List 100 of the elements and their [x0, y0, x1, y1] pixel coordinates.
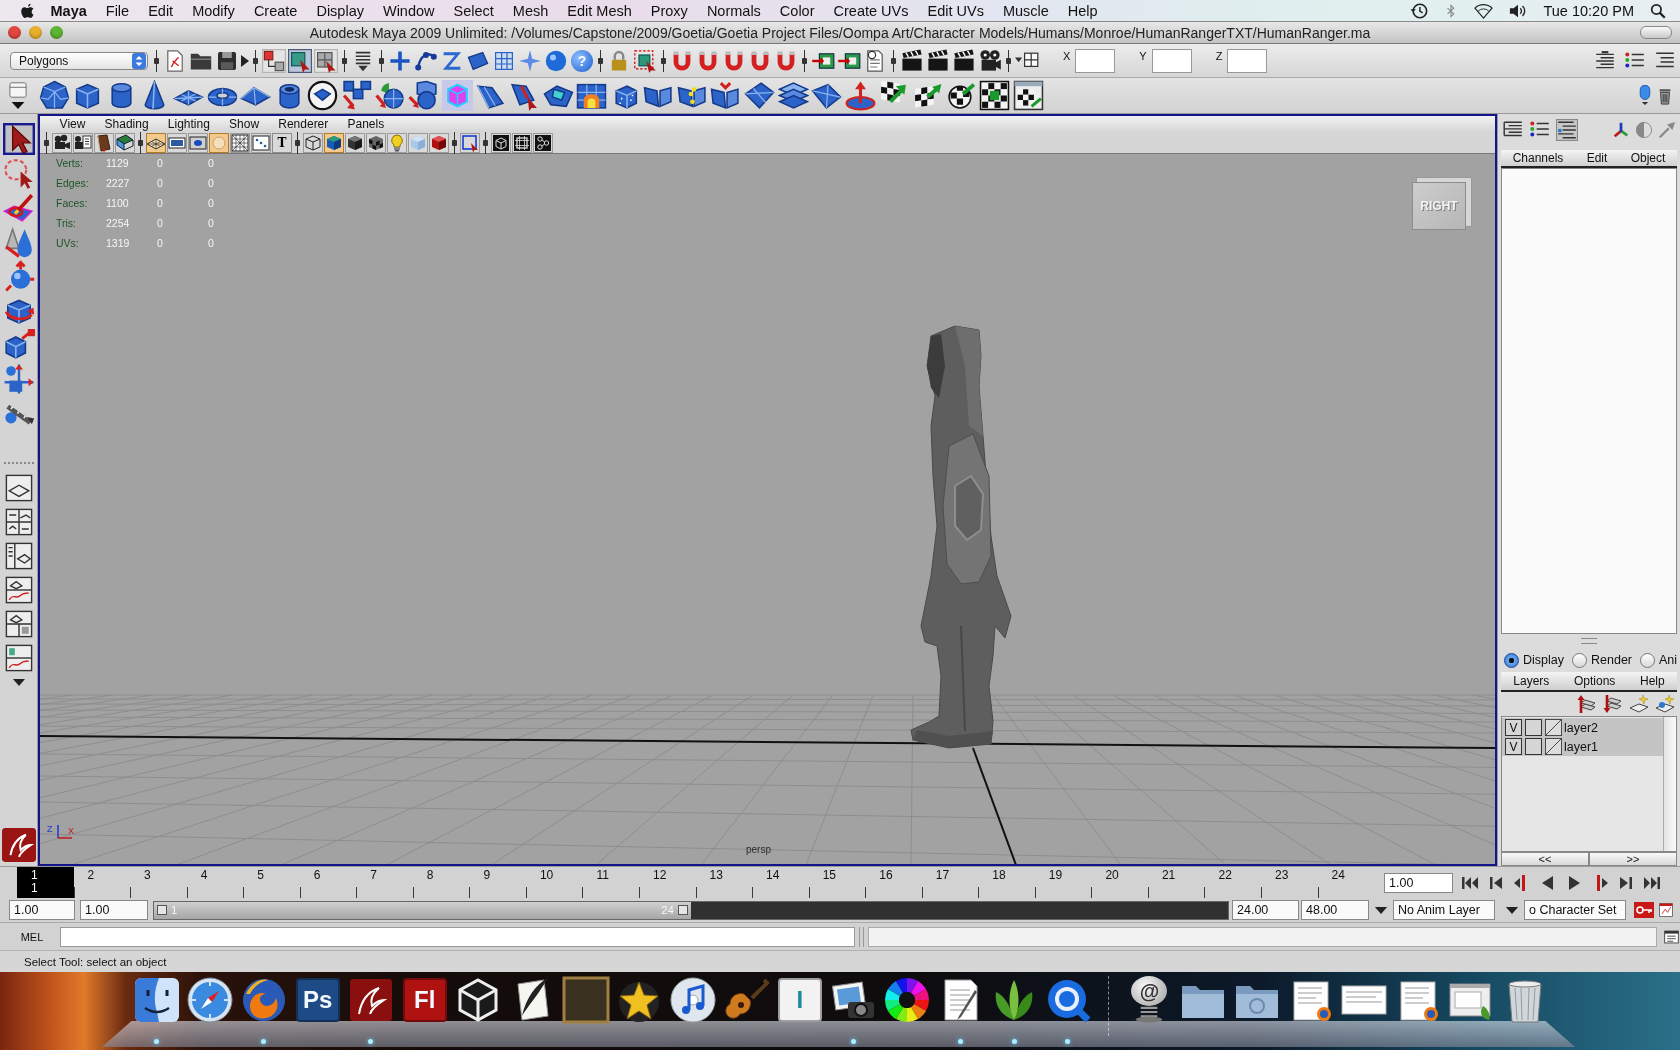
panel-menu[interactable]: Object	[1630, 151, 1666, 165]
command-input[interactable]	[60, 926, 855, 947]
current-time-field[interactable]: 1.00	[1384, 872, 1453, 893]
panel-menu[interactable]: Help	[1640, 674, 1665, 688]
checker-box-icon[interactable]	[979, 80, 1011, 111]
text-toggle-button[interactable]: T	[272, 132, 292, 153]
grid-icon[interactable]	[146, 132, 166, 153]
coordinate-field[interactable]	[1151, 48, 1192, 73]
collapse-handle[interactable]	[138, 131, 143, 154]
lasso-cursor-icon[interactable]	[2, 157, 35, 190]
menu-item[interactable]: Create UVs	[824, 2, 918, 19]
menu-item[interactable]: Mesh	[503, 2, 558, 19]
clapboard-icon[interactable]	[900, 48, 924, 73]
curve-layout-icon[interactable]	[4, 643, 33, 672]
playback-end-field[interactable]: 24.00	[1232, 900, 1299, 920]
half-shaded-circle-icon[interactable]	[1635, 121, 1653, 139]
menu-item[interactable]: Proxy	[641, 2, 698, 19]
collapse-handle[interactable]	[295, 131, 300, 154]
slashed-swatch-icon[interactable]	[1545, 719, 1562, 736]
selection-box-icon[interactable]	[633, 48, 657, 73]
menu-item[interactable]: Color	[770, 2, 824, 19]
panel-menu[interactable]: Layers	[1513, 674, 1550, 688]
plus-icon[interactable]	[388, 48, 412, 73]
pivot-disc-icon[interactable]	[844, 80, 876, 111]
sphere-icon[interactable]	[544, 48, 568, 73]
visibility-toggle[interactable]: V	[1505, 738, 1522, 755]
mixed-layout-icon[interactable]	[4, 609, 33, 638]
frame-selection-icon[interactable]	[460, 132, 480, 153]
panel-menu[interactable]: Edit	[1586, 151, 1608, 165]
menu-item[interactable]: Muscle	[993, 2, 1059, 19]
object-cursor-icon[interactable]	[288, 48, 312, 73]
x-ray-frame-icon[interactable]	[512, 132, 532, 153]
menu-item[interactable]: Display	[306, 2, 374, 19]
scrollbar[interactable]	[1663, 717, 1676, 851]
menu-set-dropdown[interactable]: Polygons	[10, 51, 148, 70]
panel-menu[interactable]: View	[50, 117, 95, 131]
checker-sphere-icon[interactable]	[945, 80, 977, 111]
panel-menu[interactable]: Lighting	[158, 117, 220, 131]
image-plane-icon[interactable]	[115, 132, 135, 153]
panel-menu[interactable]: Show	[219, 117, 269, 131]
script-language-button[interactable]: MEL	[14, 930, 50, 943]
panel-menu[interactable]: Channels	[1512, 151, 1564, 165]
hierarchy-icon[interactable]	[262, 48, 286, 73]
globe-swirl-icon[interactable]	[240, 976, 288, 1024]
radio-button[interactable]	[1504, 652, 1519, 668]
isolate-cube-icon[interactable]	[491, 132, 511, 153]
close-button[interactable]	[8, 26, 21, 39]
radio-button[interactable]	[1640, 652, 1655, 668]
key-icon[interactable]	[1634, 900, 1654, 920]
collapse-handle[interactable]	[452, 131, 457, 154]
circled-plane-icon[interactable]	[307, 80, 339, 111]
graph-layout-icon[interactable]	[4, 575, 33, 604]
sphere-arrow-icon[interactable]	[374, 80, 406, 111]
new-layer-sparkle-icon[interactable]	[1629, 694, 1649, 714]
toolbar-toggle-button[interactable]	[1640, 26, 1672, 39]
layer-down-arrow-icon[interactable]	[1603, 694, 1623, 714]
layer-up-arrow-icon[interactable]	[1577, 694, 1597, 714]
dropdown-arrow-icon[interactable]	[1505, 905, 1519, 915]
crosshatch-frame-icon[interactable]	[230, 132, 250, 153]
manipulator-icon[interactable]	[2, 363, 35, 396]
menu-item[interactable]: Modify	[182, 2, 245, 19]
move-sphere-icon[interactable]	[2, 260, 35, 293]
menu-item[interactable]: Edit	[138, 2, 183, 19]
textured-cube-icon[interactable]	[429, 132, 449, 153]
menu-item[interactable]: Select	[444, 2, 504, 19]
expand-arrow-icon[interactable]	[241, 54, 249, 67]
split-face-arrow-icon[interactable]	[710, 80, 742, 111]
menu-item[interactable]: Window	[373, 2, 445, 19]
panel-menu[interactable]: Panels	[337, 117, 394, 131]
pin-arrow-icon[interactable]	[1658, 121, 1676, 139]
menu-item[interactable]: Normals	[697, 2, 771, 19]
portrait-placeholder[interactable]	[561, 976, 610, 1024]
movie-camera-icon[interactable]	[978, 48, 1002, 73]
search-icon[interactable]	[1650, 2, 1666, 19]
scroll-button[interactable]: >>	[1589, 852, 1677, 866]
cubes-arrow-icon[interactable]	[340, 80, 372, 111]
wireframe-cube-icon[interactable]	[303, 132, 323, 153]
clapboard-icon[interactable]	[952, 48, 976, 73]
layer-type-toggle[interactable]	[1525, 719, 1542, 736]
new-layer-sphere-icon[interactable]	[1655, 694, 1675, 714]
cube-sphere-arrow-icon[interactable]	[408, 80, 440, 111]
layer-row[interactable]: V layer2	[1502, 718, 1663, 737]
range-handle-icon[interactable]	[157, 905, 167, 915]
dock-app-tile[interactable]: Fl	[402, 978, 447, 1022]
clapboard-icon[interactable]	[926, 48, 950, 73]
start-time-field[interactable]: 1.00	[9, 900, 75, 920]
coordinate-field[interactable]	[1075, 48, 1116, 73]
shaded-cube-icon[interactable]	[324, 132, 344, 153]
frame-cell[interactable]: 1 1	[17, 867, 74, 898]
component-cursor-icon[interactable]	[314, 48, 338, 73]
four-view-layout-icon[interactable]	[4, 507, 33, 536]
compass-icon[interactable]	[186, 976, 235, 1024]
menu-item[interactable]: Edit UVs	[917, 2, 994, 19]
menu-bar-clock[interactable]: Tue 10:20 PM	[1543, 2, 1634, 19]
music-disc-icon[interactable]	[668, 976, 717, 1024]
panel-menu[interactable]: Options	[1574, 674, 1616, 688]
menu-item[interactable]: Create	[244, 2, 307, 19]
paint-brush-icon[interactable]	[2, 191, 35, 224]
apple-icon[interactable]	[19, 1, 36, 20]
collapse-handle[interactable]	[483, 131, 488, 154]
